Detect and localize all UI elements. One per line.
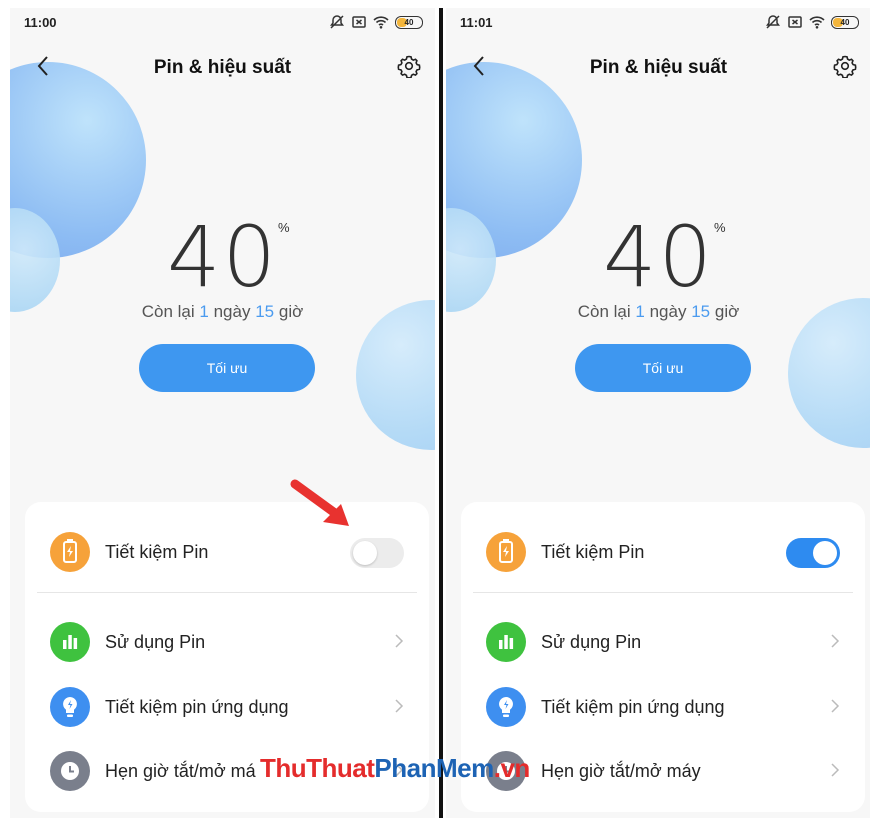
no-sim-icon xyxy=(352,16,366,28)
lightbulb-icon xyxy=(50,687,90,727)
status-time: 11:01 xyxy=(460,15,493,30)
page-title: Pin & hiệu suất xyxy=(589,57,728,78)
wifi-icon xyxy=(809,16,825,29)
bar-chart-icon xyxy=(486,622,526,662)
battery-saver-toggle[interactable] xyxy=(350,538,404,568)
list-item-battery-usage[interactable]: Sử dụng Pin xyxy=(461,617,865,667)
chevron-right-icon xyxy=(831,763,840,777)
list-item-label: Sử dụng Pin xyxy=(541,632,642,652)
battery-icon: 40 xyxy=(395,15,423,29)
left-phone-screen: 11:00 40 Pin & hiệu suất 40% Còn lại 1 n… xyxy=(10,8,435,818)
chevron-right-icon xyxy=(831,699,840,713)
status-time: 11:00 xyxy=(24,15,57,30)
battery-saver-row: Tiết kiệm Pin xyxy=(25,527,429,577)
lightbulb-icon xyxy=(486,687,526,727)
status-bar: 11:01 40 xyxy=(460,14,859,34)
list-item-battery-usage[interactable]: Sử dụng Pin xyxy=(25,617,429,667)
battery-saver-icon xyxy=(50,532,90,572)
battery-saver-label: Tiết kiệm Pin xyxy=(541,542,645,562)
battery-saver-label: Tiết kiệm Pin xyxy=(105,542,209,562)
wifi-icon xyxy=(373,16,389,29)
screen-divider xyxy=(439,8,443,818)
right-phone-screen: 11:01 40 Pin & hiệu suất 40% Còn lại 1 n… xyxy=(446,8,870,818)
clock-icon xyxy=(50,751,90,791)
optimize-button[interactable]: Tối ưu xyxy=(139,344,315,392)
battery-saver-row: Tiết kiệm Pin xyxy=(461,527,865,577)
battery-percentage: 40% xyxy=(603,208,726,306)
gear-icon[interactable] xyxy=(397,54,421,78)
list-item-app-battery-saver[interactable]: Tiết kiệm pin ứng dụng xyxy=(25,682,429,732)
list-item-label: Tiết kiệm pin ứng dụng xyxy=(105,697,289,717)
remaining-time: Còn lại 1 ngày 15 giờ xyxy=(141,302,304,321)
list-item-label: Hẹn giờ tắt/mở máy xyxy=(541,761,701,781)
pointer-arrow-icon xyxy=(290,479,349,526)
remaining-time: Còn lại 1 ngày 15 giờ xyxy=(577,302,740,321)
battery-saver-toggle[interactable] xyxy=(786,538,840,568)
gear-icon[interactable] xyxy=(833,54,857,78)
list-item-label: Hẹn giờ tắt/mở má xyxy=(105,761,256,781)
chevron-right-icon xyxy=(395,699,404,713)
battery-percentage: 40% xyxy=(167,208,290,306)
battery-saver-icon xyxy=(486,532,526,572)
bar-chart-icon xyxy=(50,622,90,662)
list-item-label: Sử dụng Pin xyxy=(105,632,206,652)
do-not-disturb-icon xyxy=(330,15,344,29)
battery-icon: 40 xyxy=(831,15,859,29)
list-item-app-battery-saver[interactable]: Tiết kiệm pin ứng dụng xyxy=(461,682,865,732)
chevron-right-icon xyxy=(395,634,404,648)
optimize-button[interactable]: Tối ưu xyxy=(575,344,751,392)
no-sim-icon xyxy=(788,16,802,28)
watermark: ThuThuatPhanMem.vn xyxy=(260,753,530,783)
divider xyxy=(37,592,417,593)
page-title: Pin & hiệu suất xyxy=(153,57,292,78)
divider xyxy=(473,592,853,593)
status-bar: 11:00 40 xyxy=(24,14,423,34)
chevron-right-icon xyxy=(831,634,840,648)
do-not-disturb-icon xyxy=(766,15,780,29)
list-item-label: Tiết kiệm pin ứng dụng xyxy=(541,697,725,717)
decorative-bubble-right xyxy=(356,300,435,450)
